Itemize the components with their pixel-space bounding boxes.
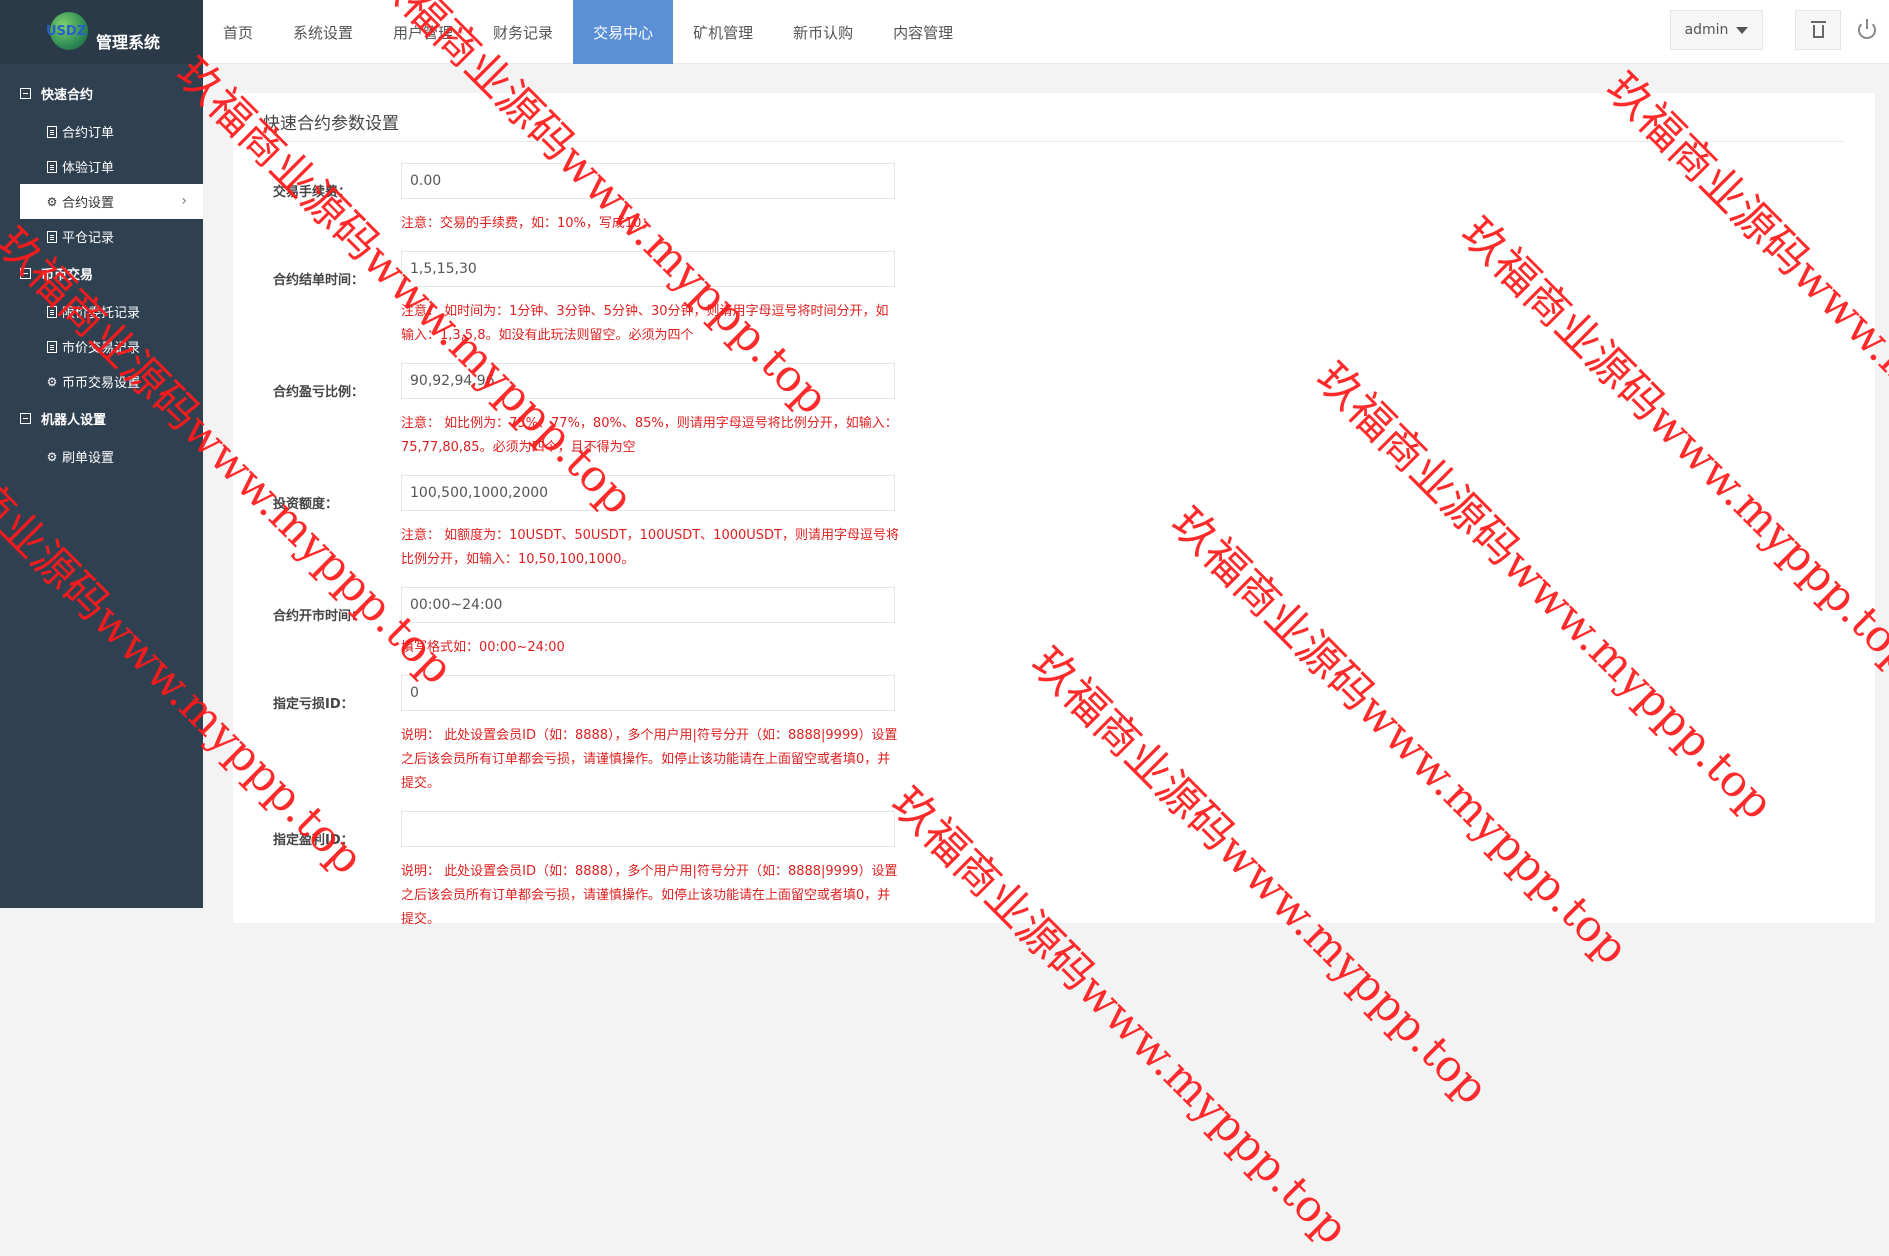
logo: USDZ 管理系统 [0, 0, 203, 64]
sidebar-item-limit-orders[interactable]: 限价委托记录 [0, 294, 203, 329]
tab-new-coin-subscription[interactable]: 新币认购 [773, 0, 873, 64]
tab-home[interactable]: 首页 [203, 0, 273, 64]
sidebar-item-coin-trade-settings[interactable]: ⚙ 币币交易设置 [0, 364, 203, 399]
tab-miner-management[interactable]: 矿机管理 [673, 0, 773, 64]
open-time-input[interactable]: 00:00~24:00 [401, 587, 895, 623]
loss-id-input[interactable]: 0 [401, 675, 895, 711]
sidebar-item-contract-settings[interactable]: ⚙ 合约设置 › [20, 184, 203, 219]
clear-cache-button[interactable] [1795, 10, 1841, 50]
open-time-label: 合约开市时间： [273, 609, 365, 624]
profit-ratio-input[interactable]: 90,92,94,96 [401, 363, 895, 399]
settle-time-label: 合约结单时间： [273, 273, 365, 288]
fee-note: 注意：交易的手续费，如：10%，写成10； [401, 216, 655, 231]
tab-trading-center[interactable]: 交易中心 [573, 0, 674, 64]
tab-content-management[interactable]: 内容管理 [873, 0, 973, 64]
nav-group-robot: 机器人设置 ⚙ 刷单设置 [0, 405, 203, 474]
power-icon [1858, 19, 1876, 39]
divider [263, 141, 1845, 142]
settle-time-input[interactable]: 1,5,15,30 [401, 251, 895, 287]
trash-icon [1810, 21, 1826, 38]
profit-id-input[interactable] [401, 811, 895, 847]
open-time-note: 填写格式如：00:00~24:00 [401, 640, 565, 655]
document-icon [46, 125, 58, 138]
investment-amount-input[interactable]: 100,500,1000,2000 [401, 475, 895, 511]
top-nav: 首页 系统设置 用户管理 财务记录 交易中心 矿机管理 新币认购 内容管理 [203, 0, 1889, 64]
investment-amount-label: 投资额度： [273, 497, 339, 512]
sidebar-item-brush-settings[interactable]: ⚙ 刷单设置 [0, 439, 203, 474]
logo-icon: USDZ [44, 10, 94, 54]
collapse-icon [20, 267, 31, 279]
logout-button[interactable] [1849, 12, 1885, 48]
gear-icon: ⚙ [46, 449, 58, 464]
nav-group-coin-trade: 币币交易 限价委托记录 市价交易记录 ⚙ 币币交易设置 [0, 260, 203, 399]
document-icon [46, 305, 58, 318]
investment-amount-note: 注意： 如额度为：10USDT、50USDT，100USDT、1000USDT，… [401, 528, 899, 567]
loss-id-note: 说明： 此处设置会员ID（如：8888），多个用户用|符号分开（如：8888|9… [401, 728, 898, 791]
admin-username: admin [1684, 22, 1729, 38]
profit-id-label: 指定盈利ID： [273, 833, 354, 848]
gear-icon: ⚙ [46, 194, 58, 209]
sidebar: USDZ 管理系统 快速合约 合约订单 体验订单 ⚙ 合约设置 › 平仓记录 币… [0, 0, 203, 908]
gear-icon: ⚙ [46, 374, 58, 389]
document-icon [46, 340, 58, 353]
loss-id-label: 指定亏损ID： [273, 697, 354, 712]
caret-down-icon [1736, 26, 1749, 34]
tab-system-settings[interactable]: 系统设置 [273, 0, 373, 64]
profit-ratio-note: 注意： 如比例为：75%、77%，80%、85%，则请用字母逗号将比例分开，如输… [401, 416, 898, 455]
sidebar-item-trial-orders[interactable]: 体验订单 [0, 149, 203, 184]
document-icon [46, 160, 58, 173]
brand-title: 管理系统 [96, 33, 161, 52]
settle-time-note: 注意： 如时间为：1分钟、3分钟、5分钟、30分钟，则请用字母逗号将时间分开，如… [401, 304, 889, 343]
collapse-icon [20, 412, 31, 424]
tab-finance-records[interactable]: 财务记录 [473, 0, 573, 64]
sidebar-item-market-orders[interactable]: 市价交易记录 [0, 329, 203, 364]
sidebar-item-close-records[interactable]: 平仓记录 [0, 219, 203, 254]
settings-panel: 快速合约参数设置 交易手续费： 0.00 注意：交易的手续费，如：10%，写成1… [233, 93, 1875, 927]
panel-title: 快速合约参数设置 [263, 114, 399, 134]
nav-group-quick-contract: 快速合约 合约订单 体验订单 ⚙ 合约设置 › 平仓记录 [0, 80, 203, 254]
nav-group-title[interactable]: 币币交易 [0, 260, 203, 286]
tab-user-management[interactable]: 用户管理 [373, 0, 473, 64]
nav-group-title[interactable]: 快速合约 [0, 80, 203, 106]
collapse-icon [20, 87, 31, 99]
fee-input[interactable]: 0.00 [401, 163, 895, 199]
profit-ratio-label: 合约盈亏比例： [273, 385, 365, 400]
sidebar-item-contract-orders[interactable]: 合约订单 [0, 114, 203, 149]
document-icon [46, 230, 58, 243]
nav-group-title[interactable]: 机器人设置 [0, 405, 203, 431]
profit-id-note: 说明： 此处设置会员ID（如：8888），多个用户用|符号分开（如：8888|9… [401, 864, 898, 927]
admin-dropdown[interactable]: admin [1670, 10, 1763, 50]
chevron-right-icon: › [181, 193, 187, 209]
top-bar: 首页 系统设置 用户管理 财务记录 交易中心 矿机管理 新币认购 内容管理 ad… [203, 0, 1889, 64]
fee-label: 交易手续费： [273, 185, 352, 200]
